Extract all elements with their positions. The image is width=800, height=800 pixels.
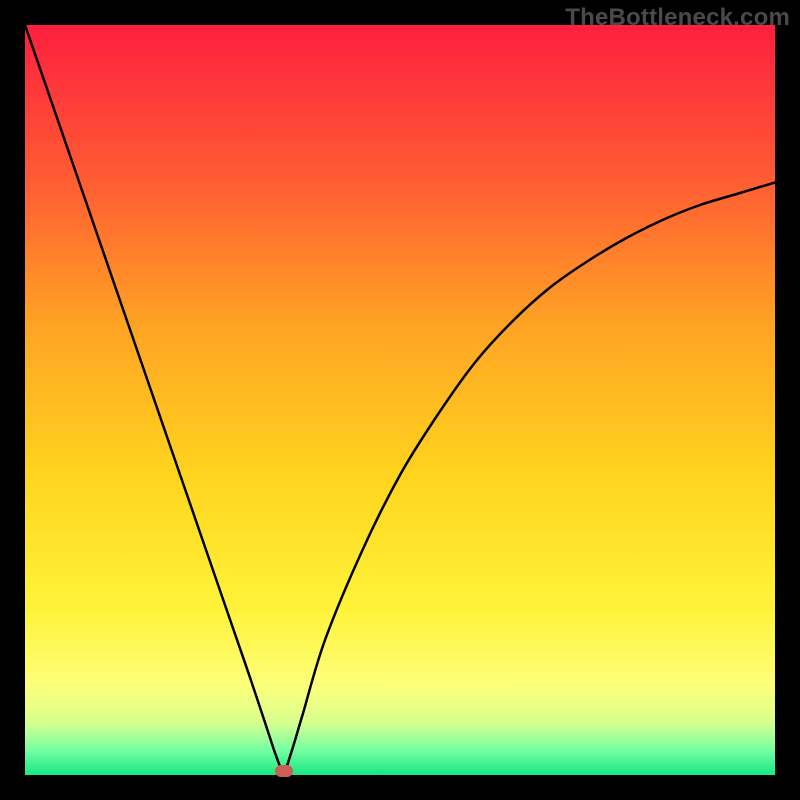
curve-layer xyxy=(25,25,775,775)
plot-area xyxy=(25,25,775,775)
attribution-watermark: TheBottleneck.com xyxy=(565,4,790,32)
chart-frame: TheBottleneck.com xyxy=(0,0,800,800)
optimal-point-marker xyxy=(275,765,293,777)
bottleneck-curve xyxy=(25,25,775,771)
